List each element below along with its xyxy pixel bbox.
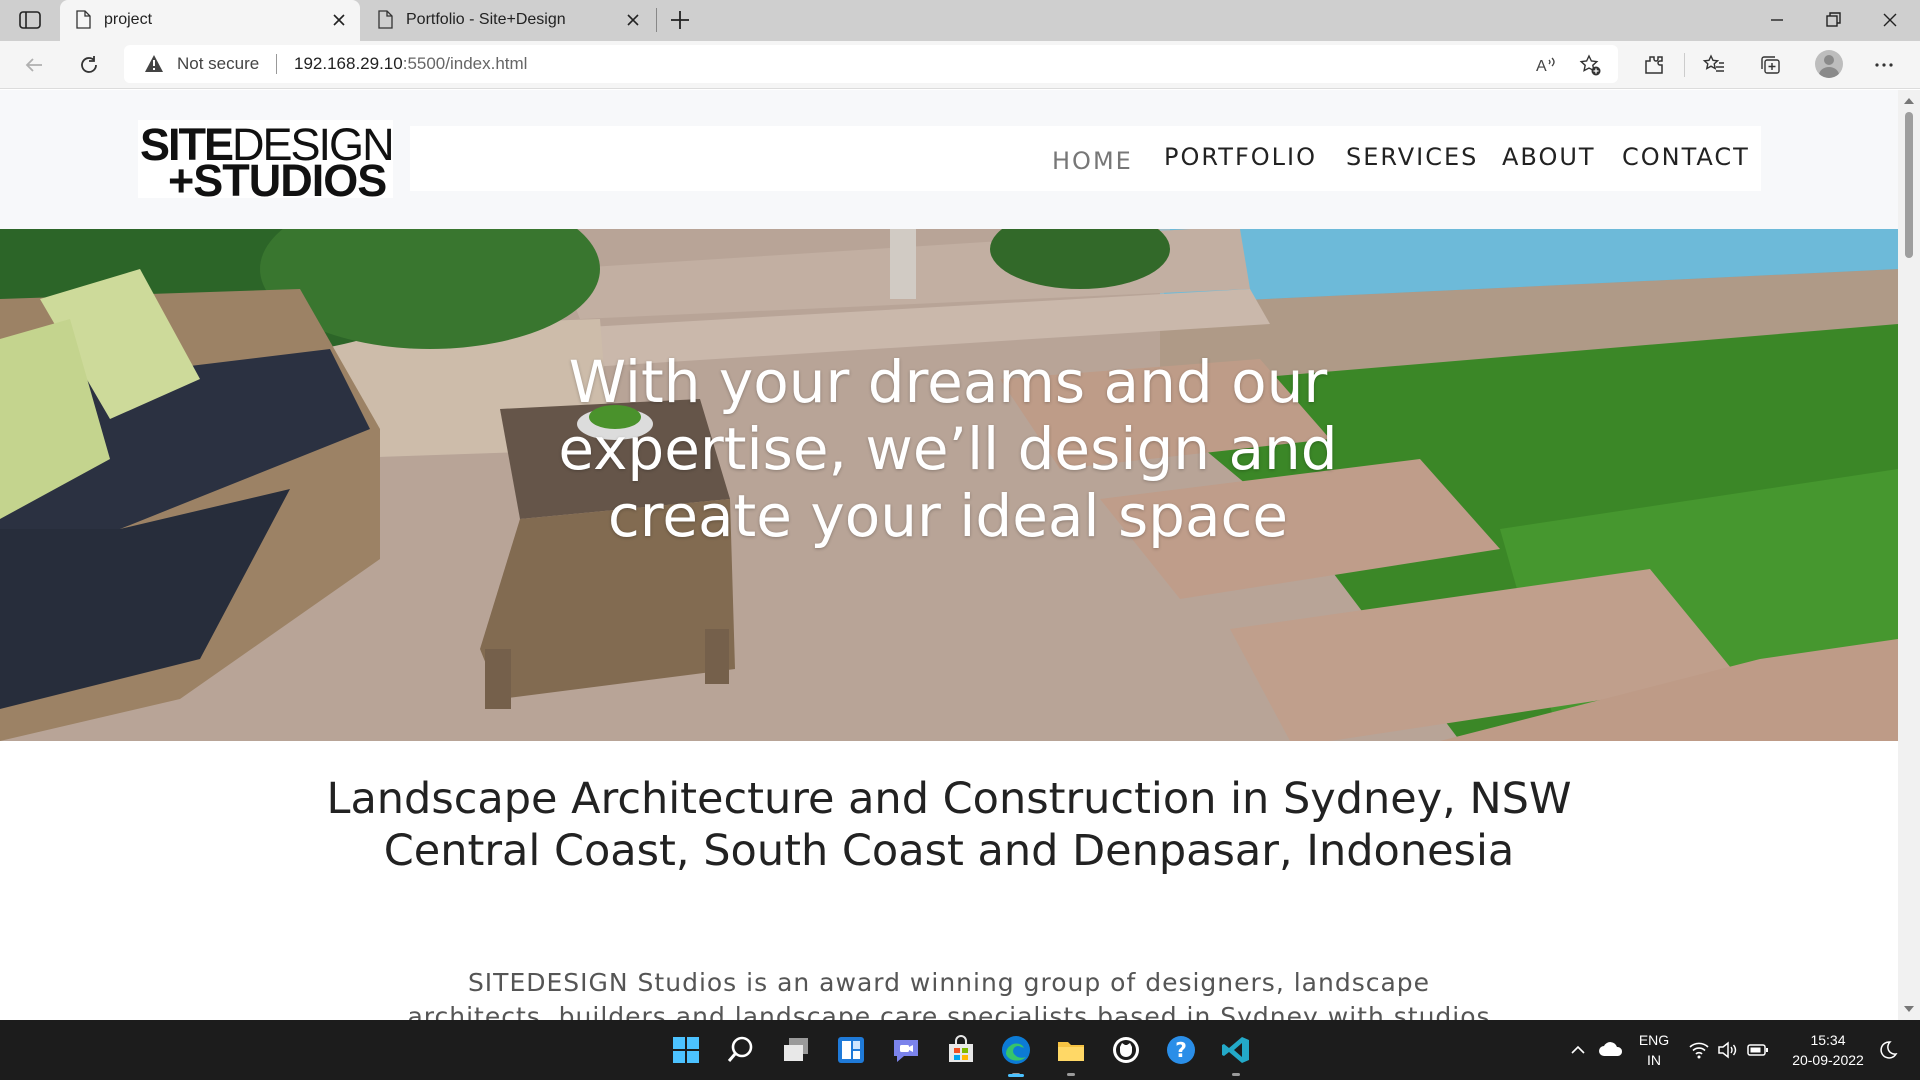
language-indicator[interactable]: ENG IN: [1636, 1030, 1672, 1070]
favorites-icon[interactable]: [1702, 53, 1726, 77]
url-path: :5500/index.html: [402, 54, 528, 73]
teams-chat-icon[interactable]: [890, 1034, 922, 1066]
url-host: 192.168.29.10: [294, 54, 403, 73]
intro-paragraph: SITEDESIGN Studios is an award winning g…: [300, 966, 1598, 1020]
address-bar[interactable]: Not secure 192.168.29.10:5500/index.html…: [124, 45, 1618, 83]
edge-active-indicator: [1008, 1074, 1024, 1077]
close-window-icon[interactable]: [1878, 8, 1902, 32]
clock-date: 20-09-2022: [1792, 1052, 1864, 1068]
onedrive-icon[interactable]: [1598, 1038, 1624, 1060]
back-icon[interactable]: [22, 53, 46, 77]
site-logo[interactable]: SITEDESIGN +STUDIOS: [138, 120, 395, 203]
battery-icon[interactable]: [1746, 1040, 1770, 1060]
security-label[interactable]: Not secure: [177, 54, 259, 74]
wifi-icon[interactable]: [1688, 1040, 1710, 1060]
store-icon[interactable]: [945, 1034, 977, 1066]
nav-about[interactable]: ABOUT: [1502, 143, 1596, 171]
minimize-icon[interactable]: [1765, 8, 1789, 32]
scroll-down-arrow-icon[interactable]: [1904, 1006, 1914, 1012]
edge-icon[interactable]: [1000, 1034, 1032, 1066]
toolbar-divider: [1684, 53, 1685, 77]
page-icon: [378, 10, 393, 29]
help-icon[interactable]: ?: [1165, 1034, 1197, 1066]
more-options-icon[interactable]: [1872, 53, 1896, 77]
tab-portfolio[interactable]: Portfolio - Site+Design: [362, 0, 654, 41]
svg-text:?: ?: [1175, 1038, 1187, 1062]
show-hidden-icons-icon[interactable]: [1568, 1040, 1588, 1060]
github-icon[interactable]: [1110, 1034, 1142, 1066]
nav-portfolio[interactable]: PORTFOLIO: [1164, 143, 1317, 171]
read-aloud-icon[interactable]: A: [1534, 53, 1558, 77]
nav-contact[interactable]: CONTACT: [1622, 143, 1750, 171]
tab-divider: [656, 8, 657, 32]
task-view-icon[interactable]: [780, 1034, 812, 1066]
site-header: SITEDESIGN +STUDIOS HOME PORTFOLIO SERVI…: [0, 90, 1898, 229]
logo-line-2: +STUDIOS: [168, 155, 387, 206]
clock[interactable]: 15:34 20-09-2022: [1782, 1030, 1874, 1070]
language-code: ENG: [1638, 1032, 1670, 1048]
profile-avatar[interactable]: [1815, 50, 1843, 78]
restore-icon[interactable]: [1821, 8, 1845, 32]
vscode-icon[interactable]: [1220, 1034, 1252, 1066]
volume-icon[interactable]: [1716, 1040, 1738, 1060]
new-tab-icon[interactable]: [668, 8, 692, 32]
hero-tagline: With your dreams and our expertise, we’l…: [558, 348, 1338, 550]
tab-title: Portfolio - Site+Design: [406, 11, 566, 28]
widgets-icon[interactable]: [835, 1034, 867, 1066]
scroll-up-arrow-icon[interactable]: [1904, 98, 1914, 104]
url-text[interactable]: 192.168.29.10:5500/index.html: [294, 54, 527, 74]
tab-project[interactable]: project: [60, 0, 360, 41]
svg-text:A: A: [1536, 58, 1547, 75]
hero-banner: With your dreams and our expertise, we’l…: [0, 229, 1898, 741]
page-scrollbar[interactable]: [1898, 90, 1920, 1020]
main-nav: HOME PORTFOLIO SERVICES ABOUT CONTACT: [410, 126, 1761, 191]
heading-line-1: Landscape Architecture and Construction …: [326, 774, 1572, 824]
page-heading: Landscape Architecture and Construction …: [100, 773, 1798, 877]
nav-home[interactable]: HOME: [1052, 147, 1133, 175]
clock-time: 15:34: [1810, 1032, 1846, 1048]
heading-line-2: Central Coast, South Coast and Denpasar,…: [383, 826, 1515, 876]
add-favorite-icon[interactable]: [1578, 53, 1602, 77]
region-code: IN: [1647, 1052, 1661, 1068]
vscode-running-indicator: [1232, 1073, 1240, 1076]
refresh-icon[interactable]: [77, 53, 101, 77]
taskbar: ? ENG IN 15:34 20-09-2022: [0, 1020, 1920, 1080]
focus-assist-icon[interactable]: [1878, 1040, 1898, 1060]
nav-services[interactable]: SERVICES: [1346, 143, 1478, 171]
paragraph-line-1: SITEDESIGN Studios is an award winning g…: [467, 968, 1431, 997]
tab-title: project: [104, 11, 153, 28]
tab-actions-icon[interactable]: [18, 9, 42, 31]
collections-icon[interactable]: [1758, 53, 1782, 77]
start-icon[interactable]: [670, 1034, 702, 1066]
paragraph-line-2: architects, builders and landscape care …: [407, 1002, 1491, 1020]
close-tab-icon[interactable]: [624, 11, 642, 29]
close-tab-icon[interactable]: [330, 11, 348, 29]
url-divider: [276, 54, 277, 74]
browser-tab-bar: project Portfolio - Site+Design: [0, 0, 1920, 41]
search-icon[interactable]: [725, 1034, 757, 1066]
scroll-thumb[interactable]: [1905, 112, 1913, 258]
file-explorer-icon[interactable]: [1055, 1034, 1087, 1066]
page-viewport: SITEDESIGN +STUDIOS HOME PORTFOLIO SERVI…: [0, 90, 1898, 1020]
browser-toolbar: Not secure 192.168.29.10:5500/index.html…: [0, 41, 1920, 89]
page-icon: [76, 10, 91, 29]
explorer-running-indicator: [1067, 1073, 1075, 1076]
warning-icon[interactable]: [144, 54, 164, 73]
extensions-icon[interactable]: [1642, 53, 1666, 77]
